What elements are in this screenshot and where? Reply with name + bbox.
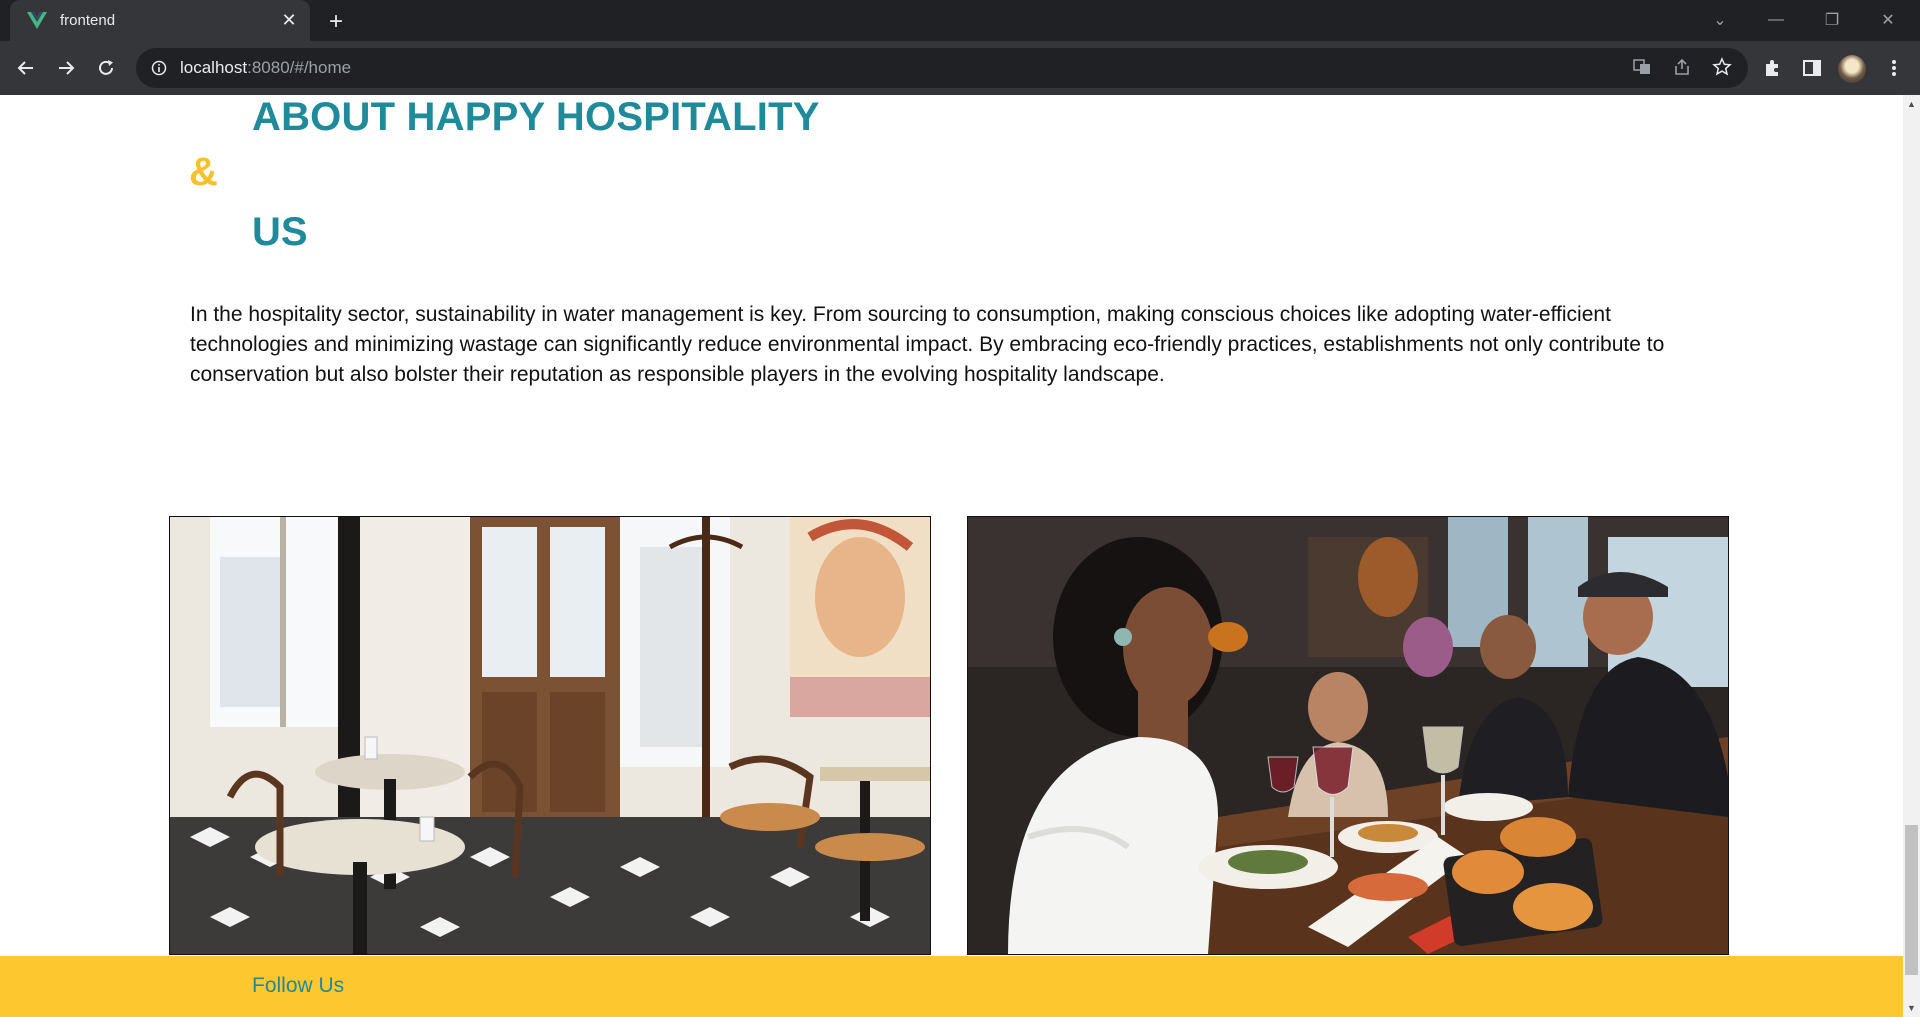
scroll-thumb[interactable] [1905,825,1918,975]
url-path: :8080/#/home [247,58,352,77]
site-info-icon[interactable] [150,59,168,77]
url-host: localhost [180,58,248,77]
about-heading-line2: US [252,210,308,254]
vue-logo-icon [26,10,48,32]
cafe-interior-image [169,516,931,955]
translate-icon[interactable] [1626,51,1658,83]
about-paragraph: In the hospitality sector, sustainabilit… [190,303,1665,386]
tab-search-icon[interactable]: ⌄ [1700,6,1740,34]
extensions-puzzle-icon[interactable] [1756,52,1788,84]
reload-icon [99,60,113,75]
browser-tab[interactable]: frontend ✕ [10,0,310,41]
restore-button[interactable]: ❐ [1812,6,1852,34]
address-bar[interactable]: localhost:8080/#/home [136,48,1748,88]
side-panel-icon[interactable] [1796,52,1828,84]
forward-arrow-icon [59,61,75,75]
tab-strip: frontend ✕ + ⌄ — ❐ ✕ [0,0,1920,41]
footer-bar: Follow Us [0,956,1903,1017]
diners-eating-image [967,516,1729,955]
about-heading-line1: ABOUT HAPPY HOSPITALITY [252,95,820,139]
share-icon[interactable] [1666,51,1698,83]
browser-menu-icon[interactable] [1878,52,1910,84]
page-scrollbar[interactable]: ▲ ▼ [1903,95,1920,1017]
new-tab-button[interactable]: + [322,8,350,36]
scroll-down-arrow-icon[interactable]: ▼ [1903,1001,1920,1015]
reload-button[interactable] [90,52,122,84]
page-viewport: ABOUT HAPPY HOSPITALITY & US In the hosp… [0,95,1903,1017]
bookmark-star-icon[interactable] [1706,51,1738,83]
browser-toolbar: localhost:8080/#/home [0,41,1920,95]
back-arrow-icon [17,61,33,75]
back-button[interactable] [10,52,42,84]
forward-button[interactable] [50,52,82,84]
tab-close-icon[interactable]: ✕ [278,10,300,32]
url-text: localhost:8080/#/home [180,58,351,78]
scroll-up-arrow-icon[interactable]: ▲ [1903,97,1920,111]
about-heading-ampersand: & [189,150,218,194]
follow-us-label: Follow Us [252,974,345,997]
profile-avatar[interactable] [1838,55,1866,83]
minimize-button[interactable]: — [1756,6,1796,34]
tab-title: frontend [60,12,116,29]
close-window-button[interactable]: ✕ [1868,6,1908,34]
